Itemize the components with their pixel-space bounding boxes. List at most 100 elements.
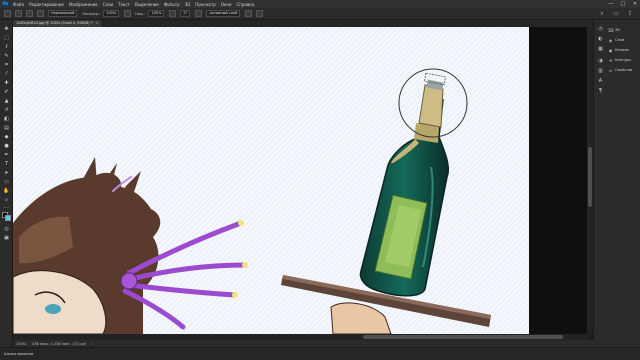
pasteboard bbox=[529, 27, 593, 334]
menu-file[interactable]: Файл bbox=[13, 2, 24, 7]
panel-icon-strip: ◷ ◐ ▦ ◑ ▥ A ¶ bbox=[593, 20, 606, 347]
document-tab-title: 1083sjfvR24.jpg @ 100% (Слой 2, RGB/8) * bbox=[16, 21, 93, 25]
panel-item-3d[interactable]: 3D 3D bbox=[608, 26, 620, 34]
pen-tool-icon[interactable]: ✒ bbox=[3, 152, 10, 159]
quick-mask-icon[interactable]: ◎ bbox=[3, 226, 10, 233]
zoom-level[interactable]: 100% bbox=[16, 342, 26, 346]
panel-item-layers[interactable]: ◈ Слои bbox=[608, 36, 624, 44]
minimize-button[interactable]: — bbox=[608, 1, 614, 7]
move-tool-icon[interactable]: ✥ bbox=[3, 26, 10, 33]
window-controls: — □ ✕ bbox=[608, 1, 638, 7]
swatches-panel-icon[interactable]: ▦ bbox=[597, 46, 604, 53]
aligned-checkbox[interactable] bbox=[195, 10, 203, 17]
crop-tool-icon[interactable]: ⌗ bbox=[3, 62, 10, 69]
menu-select[interactable]: Выделение bbox=[135, 2, 159, 7]
panel-item-paths[interactable]: ⟲ Контуры bbox=[608, 56, 631, 64]
photoshop-logo: Ps bbox=[2, 1, 9, 7]
menu-layers[interactable]: Слои bbox=[103, 2, 113, 7]
menu-3d[interactable]: 3D bbox=[185, 2, 191, 7]
right-panel: 3D 3D ◈ Слои ◉ Каналы ⟲ Контуры ≡ Свойст… bbox=[606, 20, 640, 347]
status-arrow-icon[interactable]: › bbox=[92, 342, 93, 346]
flow-label: Наж.: bbox=[135, 11, 146, 16]
3d-icon: 3D bbox=[608, 27, 614, 33]
paragraph-panel-icon[interactable]: ¶ bbox=[597, 88, 604, 95]
document-tab[interactable]: 1083sjfvR24.jpg @ 100% (Слой 2, RGB/8) *… bbox=[13, 20, 102, 27]
color-panel-icon[interactable]: ◐ bbox=[597, 36, 604, 43]
share-icon[interactable]: ⇪ bbox=[626, 10, 634, 18]
options-right-group: ⌕ ▭ ⇪ bbox=[598, 10, 634, 18]
menu-edit[interactable]: Редактирование bbox=[29, 2, 64, 7]
blur-tool-icon[interactable]: ◆ bbox=[3, 134, 10, 141]
brush-tool-icon[interactable]: ✐ bbox=[3, 89, 10, 96]
panel-item-label: 3D bbox=[615, 28, 620, 32]
brush-settings-icon[interactable] bbox=[37, 10, 44, 17]
eyedropper-tool-icon[interactable]: ⁄ bbox=[3, 71, 10, 78]
channels-icon: ◉ bbox=[608, 47, 613, 53]
vertical-scroll-thumb[interactable] bbox=[588, 147, 592, 207]
adjustments-panel-icon[interactable]: ◑ bbox=[597, 58, 604, 65]
timeline-tab[interactable]: Шкала времени bbox=[4, 352, 33, 356]
zoom-tool-icon[interactable]: ⌕ bbox=[3, 197, 10, 204]
pressure-size-icon[interactable] bbox=[256, 10, 264, 17]
properties-icon: ≡ bbox=[608, 67, 613, 73]
hand-tool-icon[interactable]: ✋ bbox=[3, 188, 10, 195]
panel-item-label: Контуры bbox=[615, 58, 632, 62]
shape-tool-icon[interactable]: ▭ bbox=[3, 179, 10, 186]
angle-input[interactable]: 0° bbox=[180, 10, 191, 17]
layers-icon: ◈ bbox=[608, 37, 613, 43]
character-panel-icon[interactable]: A bbox=[597, 78, 604, 85]
gradient-tool-icon[interactable]: ▤ bbox=[3, 125, 10, 132]
screen-mode-icon[interactable]: ▣ bbox=[3, 235, 10, 242]
ignore-adjustment-icon[interactable] bbox=[245, 10, 253, 17]
close-window-button[interactable]: ✕ bbox=[632, 1, 638, 7]
lasso-tool-icon[interactable]: ℓ bbox=[3, 44, 10, 51]
blend-mode-select[interactable]: Нормальный bbox=[48, 10, 78, 17]
home-icon[interactable] bbox=[4, 10, 11, 17]
status-bar: 100% 436 пикс. x 236 пикс. (72 ppi) › bbox=[13, 340, 606, 347]
maximize-button[interactable]: □ bbox=[620, 1, 626, 7]
clone-stamp-tool-icon[interactable]: ▲ bbox=[3, 98, 10, 105]
flow-input[interactable]: 100% bbox=[148, 10, 165, 17]
sample-select[interactable]: Активный слой bbox=[206, 10, 241, 17]
workspace-icon[interactable]: ▭ bbox=[612, 10, 620, 18]
menu-bar: Ps Файл Редактирование Изображение Слои … bbox=[0, 0, 640, 8]
panel-item-label: Слои bbox=[615, 38, 625, 42]
marquee-tool-icon[interactable]: ⬚ bbox=[3, 35, 10, 42]
menu-type[interactable]: Текст bbox=[118, 2, 130, 7]
history-brush-tool-icon[interactable]: ↺ bbox=[3, 107, 10, 114]
eraser-tool-icon[interactable]: ◧ bbox=[3, 116, 10, 123]
document-canvas[interactable] bbox=[13, 27, 529, 334]
dodge-tool-icon[interactable]: ● bbox=[3, 143, 10, 150]
menu-help[interactable]: Справка bbox=[236, 2, 254, 7]
panel-item-properties[interactable]: ≡ Свойства bbox=[608, 66, 632, 74]
artwork bbox=[13, 27, 529, 334]
brush-preset-icon[interactable] bbox=[26, 10, 33, 17]
more-tools-icon[interactable]: … bbox=[3, 204, 10, 211]
close-tab-icon[interactable]: × bbox=[95, 21, 98, 25]
panel-item-label: Свойства bbox=[615, 68, 633, 72]
menu-window[interactable]: Окно bbox=[221, 2, 232, 7]
background-color-swatch[interactable] bbox=[5, 215, 11, 221]
panel-item-label: Каналы bbox=[615, 48, 630, 52]
opacity-input[interactable]: 100% bbox=[103, 10, 120, 17]
panel-item-channels[interactable]: ◉ Каналы bbox=[608, 46, 629, 54]
history-panel-icon[interactable]: ◷ bbox=[597, 26, 604, 33]
airbrush-icon[interactable] bbox=[169, 10, 177, 17]
type-tool-icon[interactable]: T bbox=[3, 161, 10, 168]
libraries-panel-icon[interactable]: ▥ bbox=[597, 68, 604, 75]
search-icon[interactable]: ⌕ bbox=[598, 10, 606, 18]
options-bar: Нормальный Непрозр.: 100% Наж.: 100% 0° … bbox=[0, 8, 640, 20]
paths-icon: ⟲ bbox=[608, 57, 613, 63]
quick-select-tool-icon[interactable]: ✎ bbox=[3, 53, 10, 60]
clone-stamp-preset-icon[interactable] bbox=[15, 10, 22, 17]
menu-image[interactable]: Изображение bbox=[69, 2, 98, 7]
tools-panel: ✥ ⬚ ℓ ✎ ⌗ ⁄ ✚ ✐ ▲ ↺ ◧ ▤ ◆ ● ✒ T ➤ ▭ ✋ ⌕ … bbox=[0, 20, 13, 347]
canvas-area[interactable] bbox=[13, 27, 593, 334]
menu-filter[interactable]: Фильтр bbox=[164, 2, 180, 7]
healing-brush-tool-icon[interactable]: ✚ bbox=[3, 80, 10, 87]
pressure-opacity-icon[interactable] bbox=[124, 10, 132, 17]
horizontal-scroll-thumb[interactable] bbox=[363, 335, 563, 339]
timeline-panel: Шкала времени bbox=[0, 347, 640, 360]
menu-view[interactable]: Просмотр bbox=[195, 2, 216, 7]
path-select-tool-icon[interactable]: ➤ bbox=[3, 170, 10, 177]
